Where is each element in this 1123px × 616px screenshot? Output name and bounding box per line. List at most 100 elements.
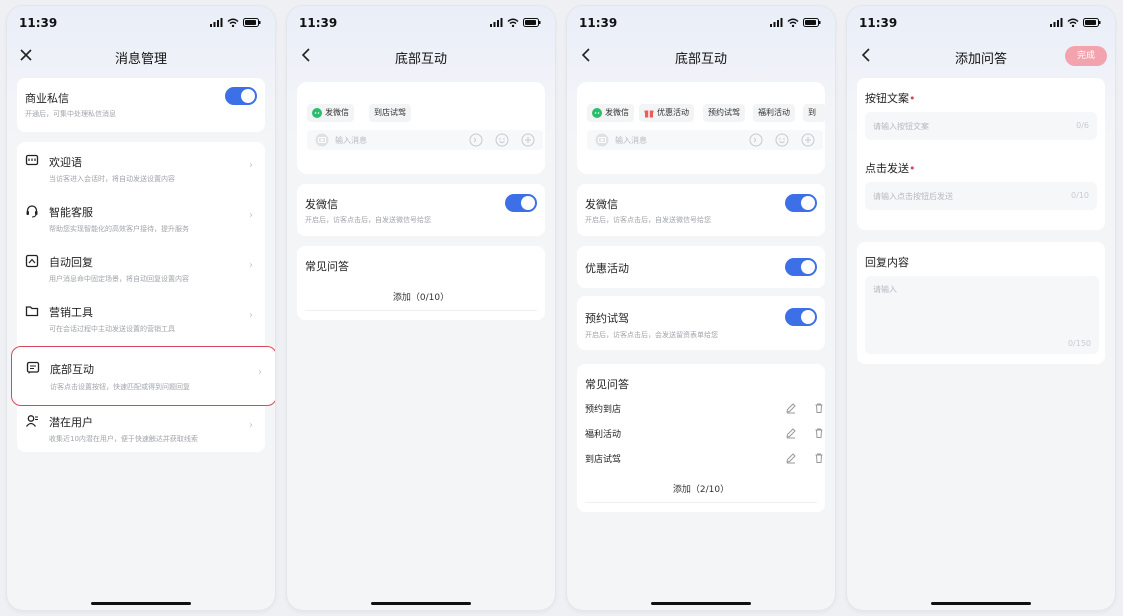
button-text-input[interactable]: 请输入按钮文案 0/6 xyxy=(865,112,1097,140)
wechat-icon xyxy=(592,108,602,118)
faq-item[interactable]: 到店试驾 xyxy=(577,446,825,470)
add-faq-button[interactable]: 添加（0/10） xyxy=(305,286,537,311)
biz-dm-desc: 开通后，可集中处理私信消息 xyxy=(25,110,116,118)
reply-content-placeholder: 请输入 xyxy=(873,285,897,294)
signal-icon xyxy=(770,18,783,27)
plus-icon[interactable] xyxy=(801,133,815,147)
form-card: 按钮文案• 请输入按钮文案 0/6 点击发送• 请输入点击按钮后发送 0/10 xyxy=(857,78,1105,230)
chip-label: 发微信 xyxy=(325,108,349,117)
menu-item-desc: 可在会话过程中主动发送设置的营销工具 xyxy=(49,325,175,333)
chip-label: 预约试驾 xyxy=(708,108,740,117)
menu-item-auto-reply[interactable]: 自动回复 用户消息命中固定场景，将自动回复设置内容 › xyxy=(17,242,265,292)
menu-item-marketing-tools[interactable]: 营销工具 可在会话过程中主动发送设置的营销工具 › xyxy=(17,292,265,342)
click-send-placeholder: 请输入点击按钮后发送 xyxy=(873,192,953,201)
chip-label: 到店试驾 xyxy=(374,108,406,117)
menu-item-potential-users[interactable]: 潜在用户 收集近10内潜在用户，便于快速触达并获取线索 › xyxy=(17,404,265,452)
click-send-count: 0/10 xyxy=(1071,191,1089,200)
preview-card: 发微信 优惠活动 预约试驾 福利活动 到 输入消息 xyxy=(577,82,825,174)
chip-row: 发微信 到店试驾 xyxy=(307,104,543,122)
signal-icon xyxy=(490,18,503,27)
message-input[interactable]: 输入消息 xyxy=(587,130,823,150)
edit-icon[interactable] xyxy=(785,452,797,464)
reply-card: 回复内容 请输入 0/150 xyxy=(857,242,1105,364)
nav-bar: 添加问答 完成 xyxy=(847,40,1115,72)
trash-icon[interactable] xyxy=(813,452,825,464)
chevron-right-icon: › xyxy=(258,367,262,378)
click-send-label: 点击发送• xyxy=(865,162,916,175)
chip-book-testdrive[interactable]: 预约试驾 xyxy=(703,104,745,122)
chevron-right-icon: › xyxy=(249,310,253,321)
battery-icon xyxy=(243,18,261,27)
promo-toggle[interactable] xyxy=(785,258,817,276)
wechat-toggle[interactable] xyxy=(785,194,817,212)
preview-card: 发微信 到店试驾 输入消息 xyxy=(297,82,545,174)
status-bar: 11:39 xyxy=(7,16,275,32)
done-button[interactable]: 完成 xyxy=(1065,46,1107,66)
chip-label: 发微信 xyxy=(605,108,629,117)
menu-item-welcome[interactable]: 欢迎语 当访客进入会话时，将自动发送设置内容 › xyxy=(17,142,265,192)
status-time: 11:39 xyxy=(579,16,618,30)
reply-content-textarea[interactable]: 请输入 0/150 xyxy=(865,276,1099,354)
page-title: 底部互动 xyxy=(394,52,447,67)
menu-item-desc: 当访客进入会话时，将自动发送设置内容 xyxy=(49,175,175,183)
gift-icon xyxy=(644,110,654,118)
page-title: 消息管理 xyxy=(114,52,167,67)
testdrive-toggle[interactable] xyxy=(785,308,817,326)
edit-icon[interactable] xyxy=(785,427,797,439)
nav-bar: 底部互动 xyxy=(287,40,555,72)
faq-card: 常见问答 添加（0/10） xyxy=(297,246,545,320)
chat-box-icon xyxy=(26,361,40,374)
plus-icon[interactable] xyxy=(521,133,535,147)
wifi-icon xyxy=(787,18,799,27)
wechat-card: 发微信 开启后，访客点击后，自发送微信号给您 xyxy=(577,184,825,236)
chip-benefit[interactable]: 福利活动 xyxy=(753,104,795,122)
emoji-icon[interactable] xyxy=(495,133,509,147)
faq-title: 常见问答 xyxy=(305,260,349,273)
wifi-icon xyxy=(507,18,519,27)
chip-promo[interactable]: 优惠活动 xyxy=(639,104,694,122)
menu-item-desc: 帮助您实现智能化的高效客户接待，提升服务 xyxy=(49,225,189,233)
chip-store-testdrive[interactable]: 到店试驾 xyxy=(369,104,411,122)
chip-wechat[interactable]: 发微信 xyxy=(587,104,634,122)
status-time: 11:39 xyxy=(299,16,338,30)
user-icon xyxy=(25,415,38,427)
faq-item[interactable]: 预约到店 xyxy=(577,396,825,420)
voice-icon[interactable] xyxy=(749,133,763,147)
emoji-icon[interactable] xyxy=(775,133,789,147)
faq-title: 常见问答 xyxy=(585,378,629,391)
faq-item-label: 到店试驾 xyxy=(585,455,622,465)
menu-item-title: 营销工具 xyxy=(49,306,93,319)
testdrive-card: 预约试驾 开启后，访客点击后，会发送留资表单给您 xyxy=(577,296,825,350)
wifi-icon xyxy=(1067,18,1079,27)
nav-bar: 底部互动 xyxy=(567,40,835,72)
click-send-input[interactable]: 请输入点击按钮后发送 0/10 xyxy=(865,182,1097,210)
reply-content-count: 0/150 xyxy=(1067,339,1091,348)
phone-add-faq: 11:39 添加问答 完成 按钮文案• 请输入按钮文案 0/6 点击发送• 请输… xyxy=(847,6,1115,610)
phone-bottom-interaction-filled: 11:39 底部互动 发微信 优惠活动 预约试驾 福利活动 到 输入消息 发微信… xyxy=(567,6,835,610)
edit-icon[interactable] xyxy=(785,402,797,414)
promo-card: 优惠活动 xyxy=(577,246,825,288)
add-faq-button[interactable]: 添加（2/10） xyxy=(585,478,817,503)
reply-content-label: 回复内容 xyxy=(865,256,909,269)
camera-icon[interactable] xyxy=(595,133,609,147)
faq-card: 常见问答 预约到店 福利活动 到店试驾 添加（2/10） xyxy=(577,364,825,512)
trash-icon[interactable] xyxy=(813,427,825,439)
wechat-toggle[interactable] xyxy=(505,194,537,212)
headset-icon xyxy=(26,205,38,218)
message-input[interactable]: 输入消息 xyxy=(307,130,543,150)
faq-item[interactable]: 福利活动 xyxy=(577,421,825,445)
menu-item-smart-service[interactable]: 智能客服 帮助您实现智能化的高效客户接待，提升服务 › xyxy=(17,192,265,242)
home-indicator xyxy=(91,602,191,605)
trash-icon[interactable] xyxy=(813,402,825,414)
camera-icon[interactable] xyxy=(315,133,329,147)
voice-icon[interactable] xyxy=(469,133,483,147)
chip-wechat[interactable]: 发微信 xyxy=(307,104,354,122)
menu-item-bottom-interaction[interactable]: 底部互动 访客点击设置按钮，快速匹配或得到问题回复 › xyxy=(11,346,275,406)
home-indicator xyxy=(931,602,1031,605)
chevron-right-icon: › xyxy=(249,420,253,431)
chip-overflow[interactable]: 到 xyxy=(803,104,825,122)
biz-dm-toggle[interactable] xyxy=(225,87,257,105)
menu-item-desc: 访客点击设置按钮，快速匹配或得到问题回复 xyxy=(50,383,190,391)
promo-title: 优惠活动 xyxy=(585,262,629,275)
chip-label: 优惠活动 xyxy=(657,108,689,117)
